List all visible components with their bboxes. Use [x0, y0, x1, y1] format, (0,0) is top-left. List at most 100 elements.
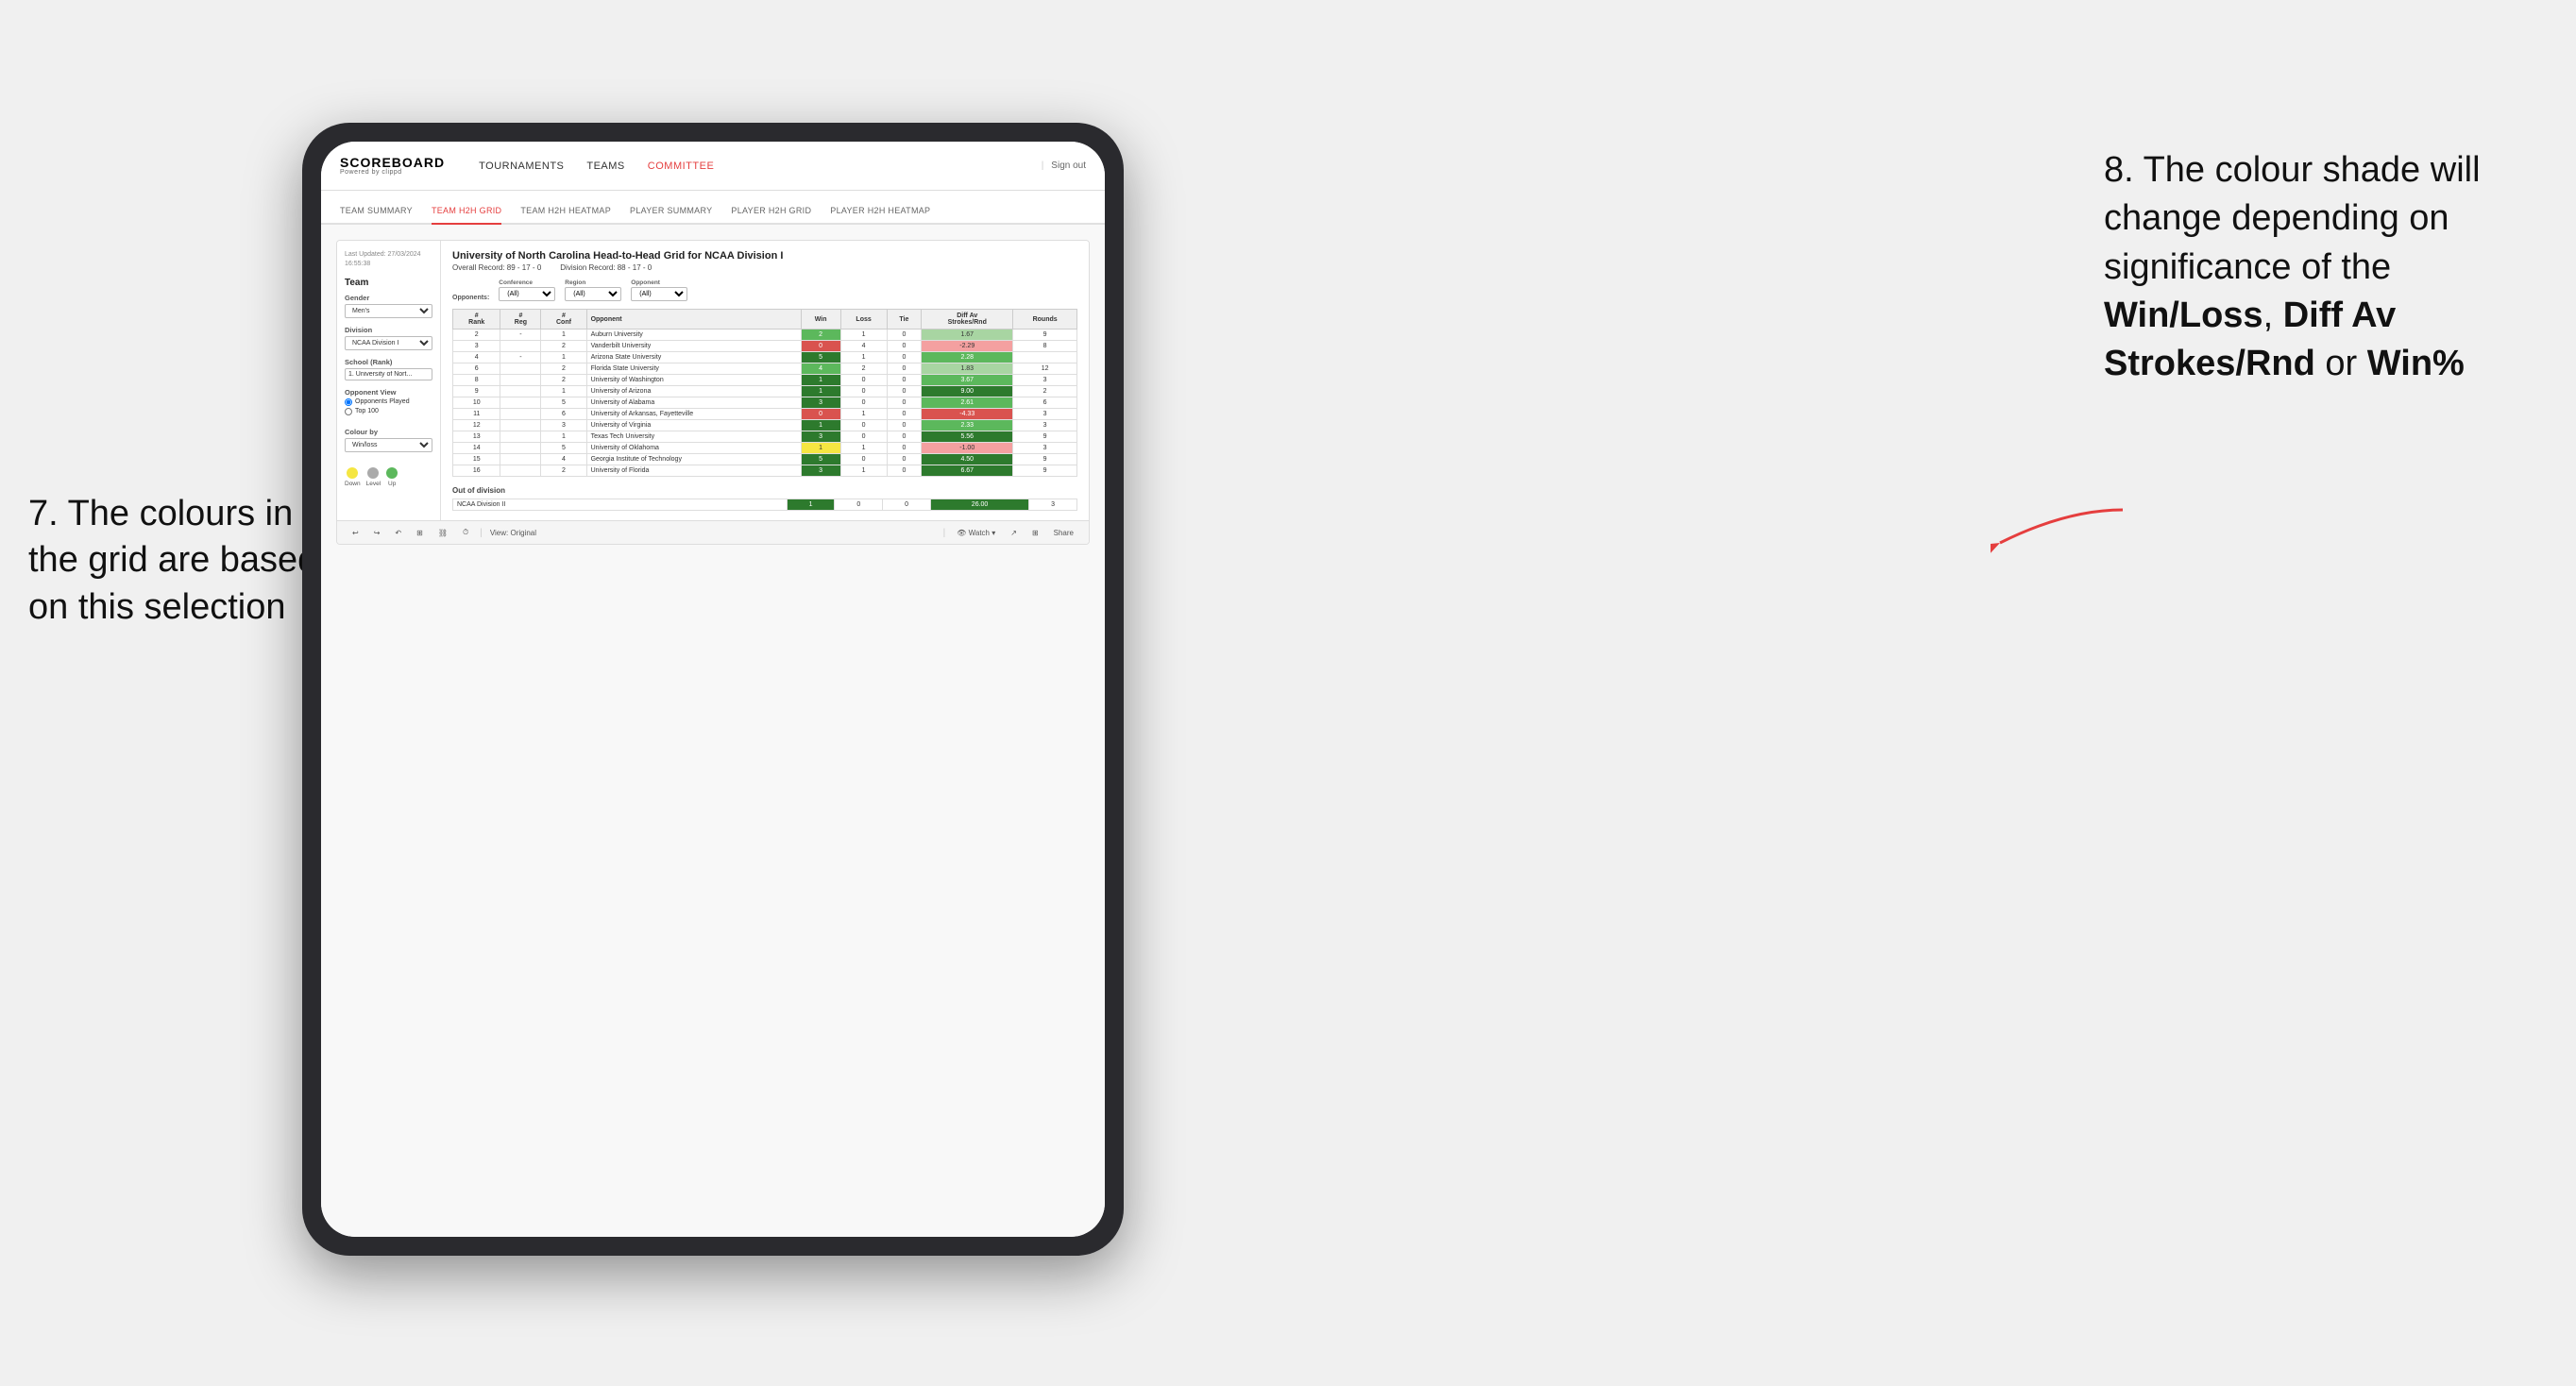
main-panel: University of North Carolina Head-to-Hea…: [441, 241, 1089, 520]
filter-opponent-select[interactable]: (All): [631, 287, 687, 301]
cell-rank: 3: [453, 341, 500, 352]
cell-rank: 8: [453, 375, 500, 386]
cell-tie: 0: [887, 431, 922, 443]
nav-link-committee[interactable]: COMMITTEE: [648, 161, 715, 172]
table-row: 4 - 1 Arizona State University 5 1 0 2.2…: [453, 352, 1077, 363]
out-of-division-label: Out of division: [452, 486, 1077, 495]
sub-nav-player-h2h-heatmap[interactable]: PLAYER H2H HEATMAP: [830, 206, 930, 223]
toolbar-watch[interactable]: 👁 Watch ▾: [953, 527, 999, 539]
sign-out[interactable]: Sign out: [1051, 161, 1086, 171]
cell-tie: 0: [887, 363, 922, 375]
sub-nav-team-h2h-grid[interactable]: TEAM H2H GRID: [432, 206, 501, 225]
cell-conf: 6: [541, 409, 586, 420]
cell-loss: 1: [840, 443, 887, 454]
table-row: 6 2 Florida State University 4 2 0 1.83 …: [453, 363, 1077, 375]
cell-win: 1: [801, 375, 840, 386]
cell-reg: [500, 420, 541, 431]
radio-top100[interactable]: Top 100: [345, 408, 432, 415]
last-updated: Last Updated: 27/03/202416:55:38: [345, 250, 432, 269]
toolbar-share-icon[interactable]: ↗: [1007, 527, 1021, 539]
toolbar-redo[interactable]: ↪: [370, 527, 384, 539]
cell-rank: 6: [453, 363, 500, 375]
filter-conference-select[interactable]: (All): [499, 287, 555, 301]
overall-record: Overall Record: 89 - 17 - 0: [452, 263, 541, 272]
cell-opponent: University of Arkansas, Fayetteville: [586, 409, 801, 420]
toolbar-link[interactable]: ⛓: [434, 527, 451, 539]
toolbar-camera[interactable]: ⊞: [413, 527, 427, 539]
nav-links: TOURNAMENTS TEAMS COMMITTEE: [479, 161, 1042, 172]
division-record: Division Record: 88 - 17 - 0: [560, 263, 652, 272]
nav-link-teams[interactable]: TEAMS: [586, 161, 624, 172]
cell-rounds: 3: [1013, 443, 1077, 454]
logo: SCOREBOARD: [340, 156, 445, 169]
sub-nav-player-h2h-grid[interactable]: PLAYER H2H GRID: [731, 206, 811, 223]
cell-loss: 0: [840, 454, 887, 465]
th-reg: #Reg: [500, 310, 541, 330]
toolbar-clock[interactable]: ⏱: [459, 526, 472, 539]
cell-rounds: 2: [1013, 386, 1077, 397]
cell-loss: 2: [840, 363, 887, 375]
cell-opponent: Georgia Institute of Technology: [586, 454, 801, 465]
table-row: 15 4 Georgia Institute of Technology 5 0…: [453, 454, 1077, 465]
nav-link-tournaments[interactable]: TOURNAMENTS: [479, 161, 564, 172]
left-panel: Last Updated: 27/03/202416:55:38 Team Ge…: [337, 241, 441, 520]
cell-opponent: University of Alabama: [586, 397, 801, 409]
cell-rounds: 9: [1013, 465, 1077, 477]
cell-opponent: University of Arizona: [586, 386, 801, 397]
sub-nav-team-summary[interactable]: TEAM SUMMARY: [340, 206, 413, 223]
legend-level: Level: [366, 467, 381, 487]
cell-rank: 10: [453, 397, 500, 409]
panel-school-input[interactable]: [345, 368, 432, 380]
cell-loss: 0: [840, 375, 887, 386]
cell-reg: -: [500, 352, 541, 363]
annotation-right-bold3: Win%: [2367, 344, 2465, 383]
cell-win: 1: [801, 386, 840, 397]
radio-opponents-played[interactable]: Opponents Played: [345, 398, 432, 406]
table-row: 2 - 1 Auburn University 2 1 0 1.67 9: [453, 330, 1077, 341]
panel-opponent-view-label: Opponent View: [345, 388, 432, 397]
cell-diff: 2.33: [922, 420, 1013, 431]
data-table: #Rank #Reg #Conf Opponent Win Loss Tie D…: [452, 309, 1077, 477]
panel-school-label: School (Rank): [345, 358, 432, 366]
tablet-screen: SCOREBOARD Powered by clippd TOURNAMENTS…: [321, 142, 1105, 1237]
sub-nav-team-h2h-heatmap[interactable]: TEAM H2H HEATMAP: [520, 206, 611, 223]
cell-conf: 3: [541, 420, 586, 431]
cell-rank: 15: [453, 454, 500, 465]
tableau-content: Last Updated: 27/03/202416:55:38 Team Ge…: [337, 241, 1089, 520]
cell-rounds: 3: [1029, 499, 1077, 511]
cell-tie: 0: [887, 454, 922, 465]
table-row: 3 2 Vanderbilt University 0 4 0 -2.29 8: [453, 341, 1077, 352]
toolbar-embed[interactable]: ⊞: [1028, 527, 1042, 539]
th-rank: #Rank: [453, 310, 500, 330]
content-area: Last Updated: 27/03/202416:55:38 Team Ge…: [321, 225, 1105, 1237]
panel-colour-by-select[interactable]: Win/loss: [345, 438, 432, 452]
toolbar-share[interactable]: Share: [1050, 527, 1077, 539]
cell-reg: [500, 397, 541, 409]
cell-tie: 0: [883, 499, 931, 511]
toolbar-back[interactable]: ↶: [391, 527, 405, 539]
cell-conf: 2: [541, 375, 586, 386]
th-rounds: Rounds: [1013, 310, 1077, 330]
table-row: 11 6 University of Arkansas, Fayettevill…: [453, 409, 1077, 420]
out-of-division: Out of division NCAA Division II 1 0 0 2…: [452, 486, 1077, 511]
cell-tie: 0: [887, 330, 922, 341]
panel-division-select[interactable]: NCAA Division I: [345, 336, 432, 350]
cell-tie: 0: [887, 465, 922, 477]
toolbar-undo[interactable]: ↩: [348, 527, 363, 539]
annotation-right: 8. The colour shade will change dependin…: [2104, 146, 2557, 388]
cell-rank: 9: [453, 386, 500, 397]
cell-loss: 0: [840, 386, 887, 397]
cell-tie: 0: [887, 341, 922, 352]
cell-tie: 0: [887, 443, 922, 454]
cell-rounds: 9: [1013, 454, 1077, 465]
cell-reg: [500, 431, 541, 443]
panel-gender-select[interactable]: Men's: [345, 304, 432, 318]
th-diff: Diff AvStrokes/Rnd: [922, 310, 1013, 330]
filter-region-select[interactable]: (All): [565, 287, 621, 301]
table-row: 10 5 University of Alabama 3 0 0 2.61 6: [453, 397, 1077, 409]
cell-loss: 0: [840, 431, 887, 443]
cell-rounds: 9: [1013, 330, 1077, 341]
cell-loss: 0: [835, 499, 883, 511]
cell-loss: 1: [840, 330, 887, 341]
sub-nav-player-summary[interactable]: PLAYER SUMMARY: [630, 206, 712, 223]
